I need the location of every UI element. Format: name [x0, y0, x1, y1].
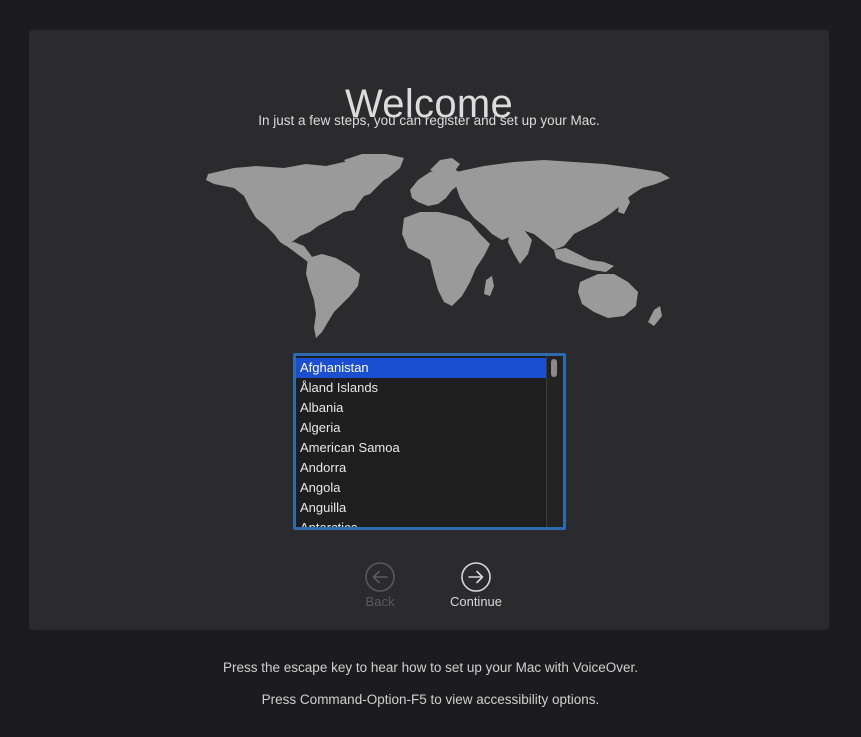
country-listbox[interactable]: Afghanistan Åland Islands Albania Algeri… [293, 353, 566, 530]
continue-button[interactable]: Continue [436, 561, 516, 609]
arrow-left-circle-icon [365, 562, 395, 592]
scroll-thumb[interactable] [551, 359, 557, 377]
list-item-albania[interactable]: Albania [296, 398, 546, 418]
map-australia [578, 274, 638, 318]
setup-panel: Welcome In just a few steps, you can reg… [29, 30, 829, 630]
list-item-antarctica[interactable]: Antarctica [296, 518, 546, 527]
map-asia [456, 160, 670, 250]
country-list: Afghanistan Åland Islands Albania Algeri… [296, 358, 546, 527]
continue-label: Continue [449, 594, 503, 609]
map-india [508, 230, 532, 264]
list-item-american-samoa[interactable]: American Samoa [296, 438, 546, 458]
accessibility-hint: Press Command-Option-F5 to view accessib… [261, 692, 600, 707]
list-item-afghanistan[interactable]: Afghanistan [296, 358, 546, 378]
map-madagascar [484, 276, 494, 296]
map-africa [402, 212, 490, 306]
page-subtitle: In just a few steps, you can register an… [258, 113, 600, 128]
voiceover-hint: Press the escape key to hear how to set … [223, 660, 638, 675]
back-label: Back [365, 594, 395, 609]
back-button[interactable]: Back [340, 561, 420, 609]
list-item-andorra[interactable]: Andorra [296, 458, 546, 478]
map-south-america [306, 254, 360, 338]
list-scrollbar[interactable] [546, 356, 563, 527]
list-item-anguilla[interactable]: Anguilla [296, 498, 546, 518]
arrow-right-circle-icon [461, 562, 491, 592]
world-map-image [206, 154, 670, 338]
list-item-aland-islands[interactable]: Åland Islands [296, 378, 546, 398]
map-southeast-asia [554, 248, 614, 272]
list-item-angola[interactable]: Angola [296, 478, 546, 498]
map-new-zealand [648, 306, 662, 326]
list-item-algeria[interactable]: Algeria [296, 418, 546, 438]
map-europe [410, 168, 464, 206]
